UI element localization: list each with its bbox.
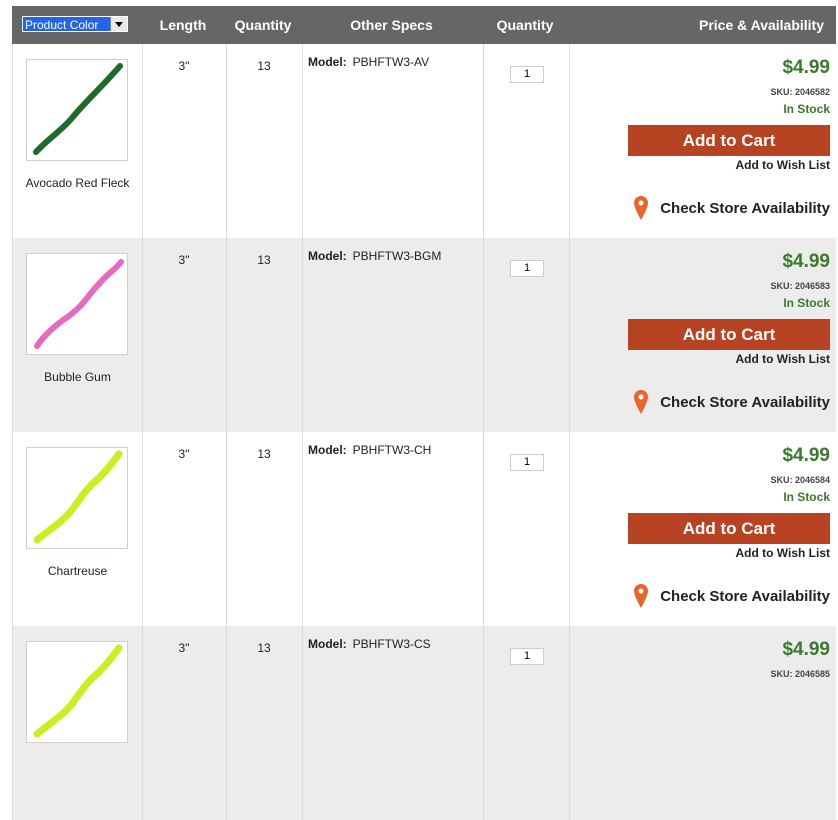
color-name: Avocado Red Fleck	[25, 176, 130, 190]
table-header: Product Color Length Quantity Other Spec…	[12, 6, 836, 44]
quantity-input[interactable]	[510, 454, 544, 471]
add-to-wish-list-link[interactable]: Add to Wish List	[735, 158, 830, 172]
model-spec: Model: PBHFTW3-CS	[308, 637, 431, 651]
length-value: 3"	[178, 447, 190, 461]
quantity-input[interactable]	[510, 260, 544, 277]
check-store-label: Check Store Availability	[660, 587, 830, 605]
header-price-availability: Price & Availability	[698, 17, 824, 33]
sku: SKU: 2046583	[770, 281, 830, 291]
product-image[interactable]	[26, 59, 128, 161]
color-name: Bubble Gum	[44, 370, 111, 384]
location-pin-icon	[634, 584, 649, 608]
header-quantity: Quantity	[234, 17, 292, 33]
model-value: PBHFTW3-AV	[352, 55, 430, 69]
quantity-input[interactable]	[510, 66, 544, 83]
quantity-value: 13	[257, 253, 271, 267]
add-to-wish-list-link[interactable]: Add to Wish List	[735, 546, 830, 560]
add-to-cart-button[interactable]: Add to Cart	[628, 513, 830, 544]
table-row: 3" 13 Model: PBHFTW3-CS $4.99 SKU: 204658…	[12, 626, 836, 820]
model-spec: Model: PBHFTW3-BGM	[308, 249, 441, 263]
worm-graphic	[33, 63, 123, 155]
color-name: Chartreuse	[47, 564, 108, 578]
model-value: PBHFTW3-BGM	[352, 249, 442, 263]
header-quantity-input: Quantity	[496, 17, 554, 33]
table-row: Avocado Red Fleck 3" 13 Model: PBHFTW3-AV…	[12, 44, 836, 238]
location-pin-icon	[634, 196, 649, 220]
price: $4.99	[782, 639, 830, 660]
header-other-specs: Other Specs	[350, 17, 433, 33]
quantity-value: 13	[257, 59, 271, 73]
model-label: Model:	[308, 249, 347, 263]
product-color-select-label: Product Color	[25, 18, 99, 32]
add-to-cart-button[interactable]: Add to Cart	[628, 125, 830, 156]
product-table: Product Color Length Quantity Other Spec…	[12, 6, 836, 820]
worm-graphic	[34, 259, 124, 349]
sku: SKU: 2046582	[770, 87, 830, 97]
check-store-availability-link[interactable]: Check Store Availability	[634, 388, 830, 416]
worm-graphic	[33, 644, 123, 738]
quantity-value: 13	[257, 447, 271, 461]
price: $4.99	[782, 445, 830, 466]
stock-status: In Stock	[783, 102, 830, 116]
quantity-input[interactable]	[510, 648, 544, 665]
table-row: Chartreuse 3" 13 Model:PBHFTW3-CH $4.99 …	[12, 432, 836, 626]
length-value: 3"	[178, 641, 190, 655]
product-color-select[interactable]: Product Color	[22, 16, 128, 32]
length-value: 3"	[178, 59, 190, 73]
quantity-value: 13	[257, 641, 271, 655]
model-label: Model:	[308, 637, 347, 651]
sku: SKU: 2046585	[770, 669, 830, 679]
model-value: PBHFTW3-CH	[352, 443, 432, 457]
model-label: Model:	[308, 55, 347, 69]
model-value: PBHFTW3-CS	[352, 637, 431, 651]
length-value: 3"	[178, 253, 190, 267]
sku: SKU: 2046584	[770, 475, 830, 485]
add-to-wish-list-link[interactable]: Add to Wish List	[735, 352, 830, 366]
model-label: Model:	[308, 443, 347, 457]
chevron-down-icon[interactable]	[110, 17, 127, 31]
check-store-label: Check Store Availability	[660, 199, 830, 217]
price: $4.99	[782, 57, 830, 78]
stock-status: In Stock	[783, 490, 830, 504]
location-pin-icon	[634, 390, 649, 414]
model-spec: Model: PBHFTW3-AV	[308, 55, 429, 69]
check-store-availability-link[interactable]: Check Store Availability	[634, 582, 830, 610]
table-row: Bubble Gum 3" 13 Model: PBHFTW3-BGM $4.99…	[12, 238, 836, 432]
worm-graphic	[33, 450, 123, 544]
check-store-label: Check Store Availability	[660, 393, 830, 411]
product-image[interactable]	[26, 641, 128, 743]
product-image[interactable]	[26, 253, 128, 355]
add-to-cart-button[interactable]: Add to Cart	[628, 319, 830, 350]
price: $4.99	[782, 251, 830, 272]
product-image[interactable]	[26, 447, 128, 549]
stock-status: In Stock	[783, 296, 830, 310]
model-spec: Model: PBHFTW3-CH	[308, 443, 431, 457]
check-store-availability-link[interactable]: Check Store Availability	[634, 194, 830, 222]
header-length: Length	[159, 17, 207, 33]
